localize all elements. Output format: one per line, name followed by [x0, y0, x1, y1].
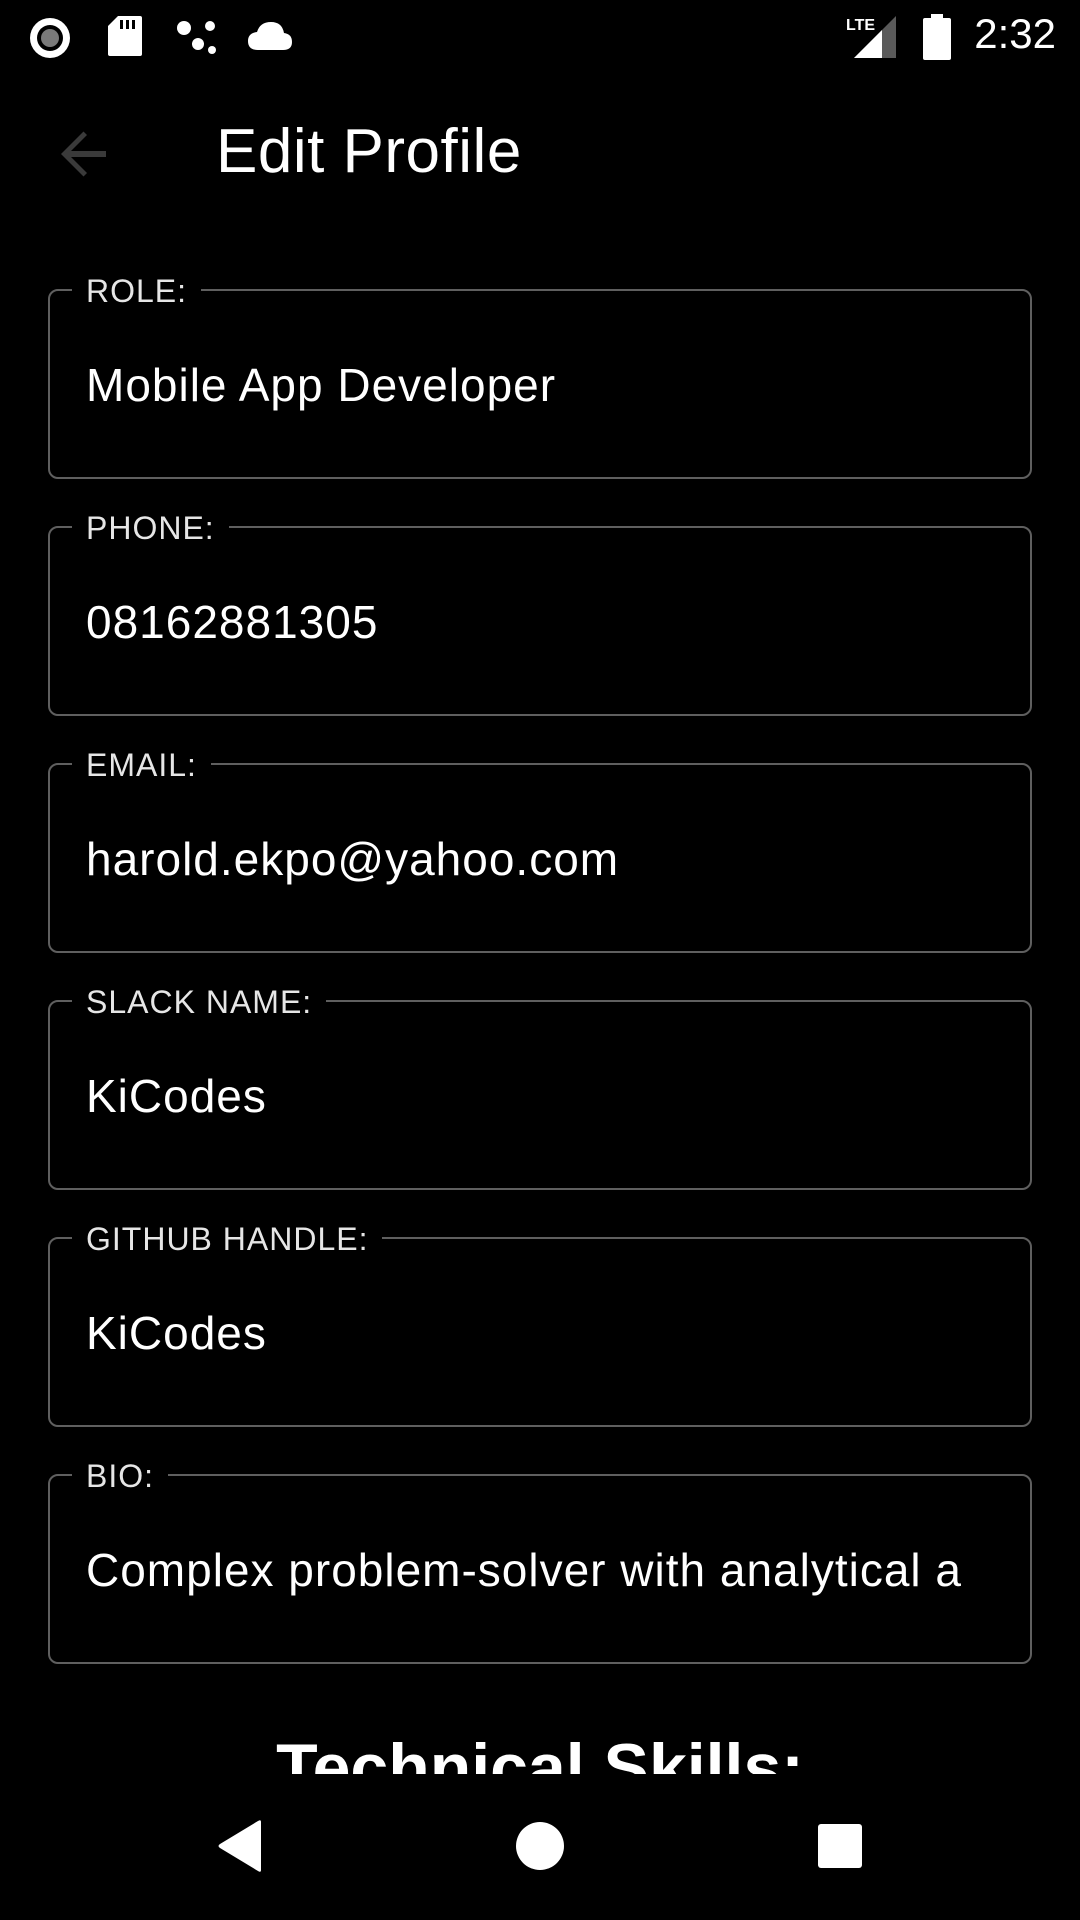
back-button[interactable]	[40, 112, 128, 200]
bio-input[interactable]: Complex problem-solver with analytical a	[86, 1542, 1000, 1598]
assistant-dots-icon	[176, 18, 222, 63]
role-input[interactable]: Mobile App Developer	[86, 357, 1000, 413]
sd-card-icon	[106, 14, 144, 63]
lte-signal-icon: LTE	[846, 14, 898, 65]
record-icon	[28, 16, 72, 65]
role-field[interactable]: ROLE: Mobile App Developer	[48, 271, 1032, 479]
github-handle-field[interactable]: GITHUB HANDLE: KiCodes	[48, 1219, 1032, 1427]
github-handle-input[interactable]: KiCodes	[86, 1305, 1000, 1361]
email-input[interactable]: harold.ekpo@yahoo.com	[86, 831, 1000, 887]
nav-back-icon	[215, 1819, 265, 1878]
nav-home-icon	[515, 1821, 565, 1876]
github-handle-label: GITHUB HANDLE:	[72, 1219, 383, 1259]
slack-name-input[interactable]: KiCodes	[86, 1068, 1000, 1124]
nav-recents-icon	[817, 1823, 863, 1874]
arrow-back-icon	[58, 128, 110, 185]
nav-back-button[interactable]	[190, 1798, 290, 1898]
nav-recents-button[interactable]	[790, 1798, 890, 1898]
role-label: ROLE:	[72, 271, 202, 311]
page-title: Edit Profile	[216, 117, 522, 186]
system-nav-bar	[0, 1776, 1080, 1920]
network-label: LTE	[846, 17, 875, 34]
email-label: EMAIL:	[72, 745, 211, 785]
battery-icon	[922, 14, 952, 65]
phone-input[interactable]: 08162881305	[86, 594, 1000, 650]
phone-label: PHONE:	[72, 508, 229, 548]
status-time: 2:32	[974, 10, 1056, 57]
cloud-icon	[246, 20, 294, 57]
edit-profile-screen: LTE 2:32 Edit Profile ROLE: Mobile App D…	[0, 0, 1080, 1920]
email-field[interactable]: EMAIL: harold.ekpo@yahoo.com	[48, 745, 1032, 953]
bio-field[interactable]: BIO: Complex problem-solver with analyti…	[48, 1456, 1032, 1664]
status-bar: LTE 2:32	[0, 0, 1080, 72]
phone-field[interactable]: PHONE: 08162881305	[48, 508, 1032, 716]
slack-name-field[interactable]: SLACK NAME: KiCodes	[48, 982, 1032, 1190]
app-bar: Edit Profile	[0, 72, 1080, 242]
nav-home-button[interactable]	[490, 1798, 590, 1898]
bio-label: BIO:	[72, 1456, 169, 1496]
slack-name-label: SLACK NAME:	[72, 982, 327, 1022]
technical-skills-heading: Technical Skills:	[276, 1730, 804, 1774]
